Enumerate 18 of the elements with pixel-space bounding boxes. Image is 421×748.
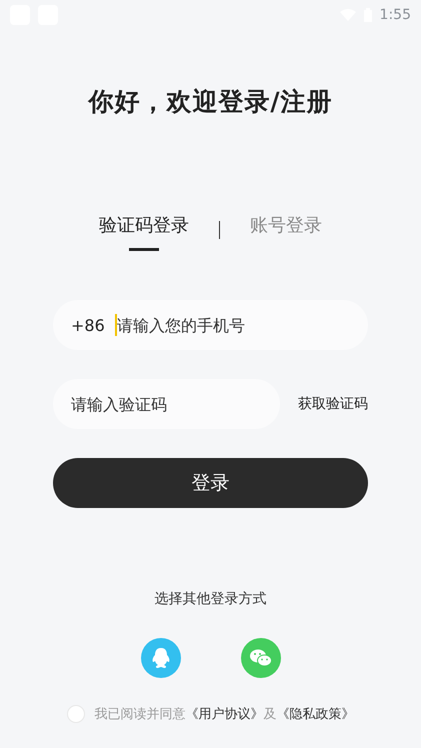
- code-field[interactable]: 请输入验证码: [53, 379, 280, 429]
- penguin-icon: [150, 647, 170, 669]
- chat-bubbles-login-button[interactable]: [240, 638, 280, 678]
- get-code-button[interactable]: 获取验证码: [298, 395, 368, 413]
- page-title: 你好，欢迎登录/注册: [88, 86, 333, 118]
- penguin-login-button[interactable]: [140, 638, 180, 678]
- other-login-label: 选择其他登录方式: [154, 590, 266, 608]
- status-time: 1:55: [380, 7, 411, 23]
- conjunction-text: 及: [264, 706, 276, 723]
- privacy-policy-link[interactable]: 《隐私政策》: [276, 705, 354, 723]
- country-code[interactable]: +86: [71, 316, 105, 334]
- phone-input[interactable]: 请输入您的手机号: [116, 316, 350, 334]
- user-agreement-link[interactable]: 《用户协议》: [186, 705, 264, 723]
- login-button[interactable]: 登录: [53, 458, 368, 508]
- phone-field[interactable]: +86 请输入您的手机号: [53, 300, 368, 350]
- code-input[interactable]: 请输入验证码: [71, 394, 262, 414]
- agreement-text: 我已阅读并同意: [94, 706, 186, 723]
- chat-bubbles-icon: [248, 648, 272, 668]
